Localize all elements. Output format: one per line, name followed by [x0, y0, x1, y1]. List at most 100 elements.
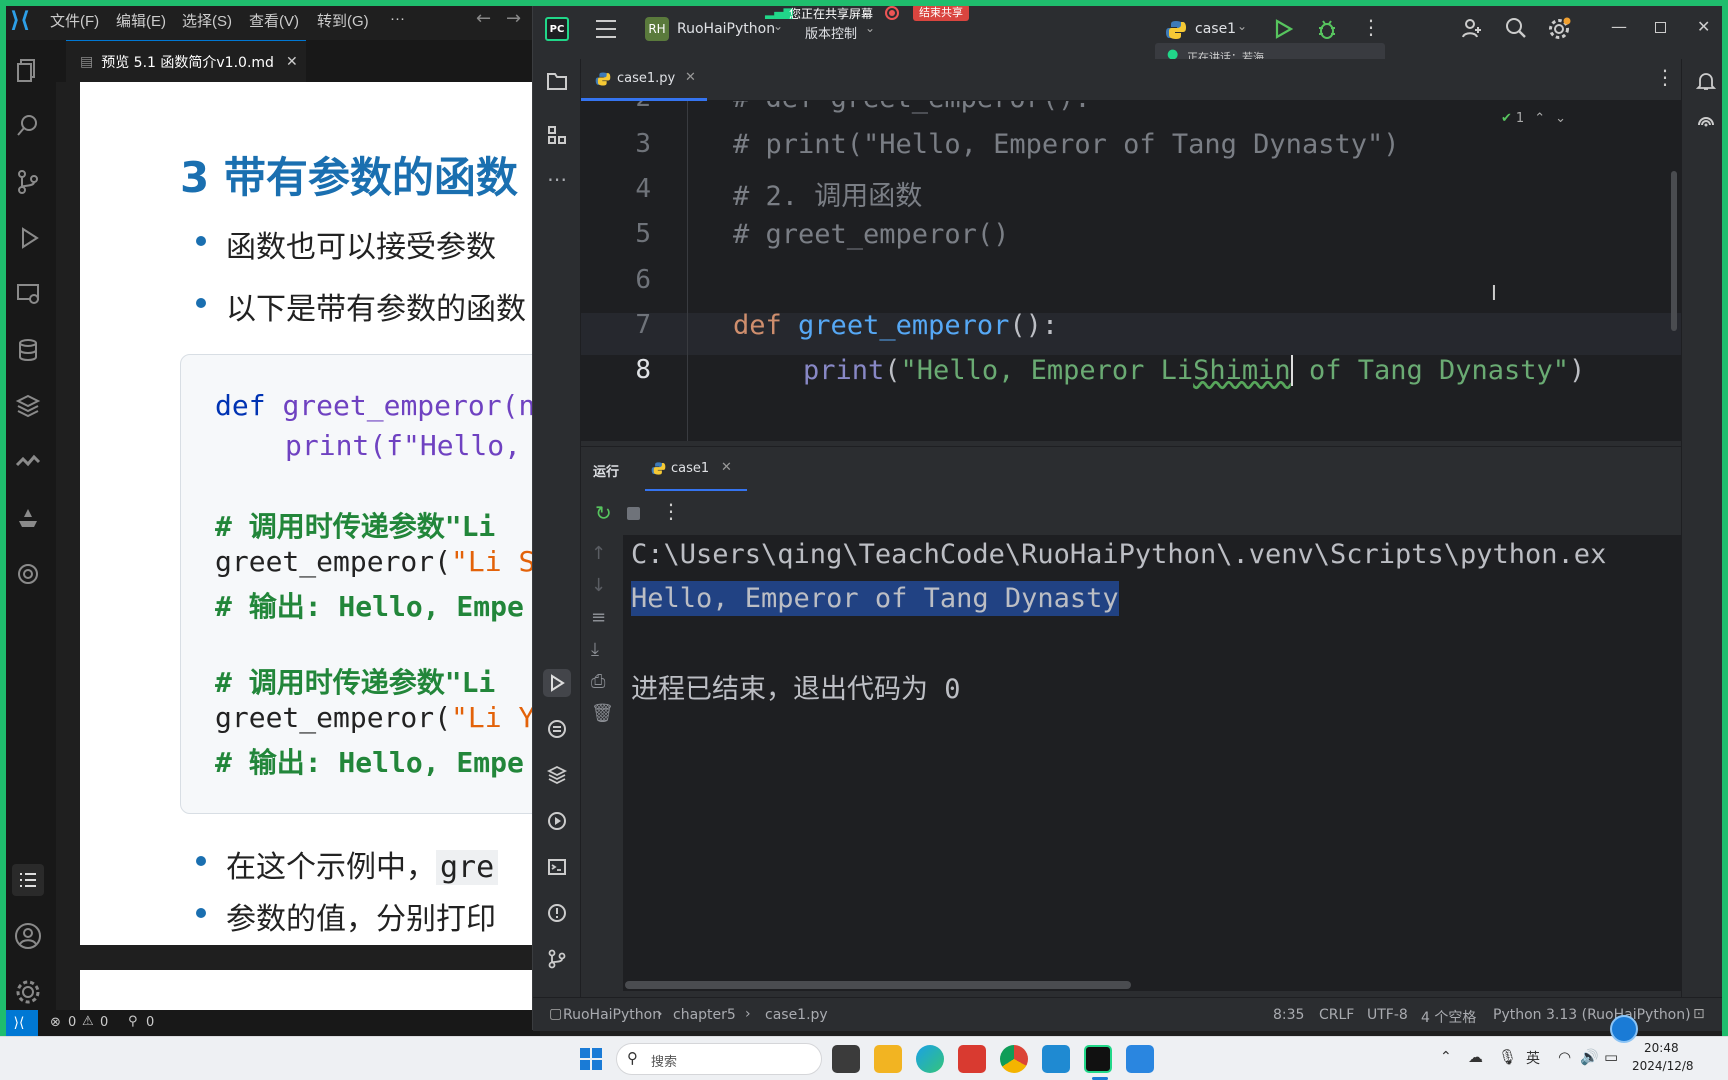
python-console-icon[interactable]: [543, 715, 571, 743]
chevron-up-icon[interactable]: ⌃: [1440, 1049, 1452, 1065]
tab-preview[interactable]: ▤ 预览 5.1 函数简介v1.0.md ✕: [66, 40, 306, 82]
layers-icon[interactable]: [12, 390, 44, 422]
close-icon[interactable]: ✕: [1697, 17, 1710, 36]
print-icon[interactable]: ⎙: [591, 671, 605, 692]
chevron-down-icon[interactable]: ⌄: [773, 19, 783, 33]
indent-setting[interactable]: 4 个空格: [1421, 1007, 1476, 1027]
meeting-app-icon[interactable]: [1126, 1045, 1154, 1073]
search-icon[interactable]: [1505, 17, 1527, 43]
task-view-icon[interactable]: [832, 1045, 860, 1073]
menu-file[interactable]: 文件(F): [50, 10, 99, 31]
git-branch-icon[interactable]: [543, 945, 571, 973]
search-icon[interactable]: [12, 110, 44, 142]
rerun-icon[interactable]: ↻: [595, 501, 612, 525]
project-name[interactable]: RuoHaiPython: [677, 21, 775, 37]
settings-gear-icon[interactable]: [12, 976, 44, 1008]
run-console-output[interactable]: C:\Users\qing\TeachCode\RuoHaiPython\.ve…: [623, 535, 1681, 991]
arrow-down-icon[interactable]: ↓: [591, 575, 606, 596]
python-interpreter[interactable]: Python 3.13 (RuoHaiPython): [1493, 1007, 1691, 1023]
pycharm-taskbar-icon[interactable]: [1084, 1045, 1112, 1073]
more-vertical-icon[interactable]: ⋮: [1361, 15, 1381, 39]
chevron-down-icon[interactable]: ⌄: [865, 21, 875, 35]
clock-date[interactable]: 2024/12/8: [1632, 1059, 1694, 1073]
ports-count[interactable]: 0: [146, 1015, 154, 1030]
terminal-icon[interactable]: [543, 853, 571, 881]
run-debug-icon[interactable]: [12, 222, 44, 254]
source-control-icon[interactable]: [12, 166, 44, 198]
trash-icon[interactable]: 🗑: [591, 703, 614, 724]
more-vertical-icon[interactable]: ⋮: [1655, 65, 1675, 89]
scroll-to-end-icon[interactable]: ⤓: [591, 639, 599, 660]
battery-icon[interactable]: ▭: [1604, 1048, 1618, 1066]
caret-position[interactable]: 8:35: [1273, 1007, 1304, 1023]
edge-browser-icon[interactable]: [916, 1045, 944, 1073]
ai-assistant-icon[interactable]: [1692, 111, 1720, 139]
wps-office-icon[interactable]: [958, 1045, 986, 1073]
openai-icon[interactable]: [12, 558, 44, 590]
inspection-widget[interactable]: ✔ 1 ⌃ ⌄: [1501, 111, 1566, 126]
add-user-icon[interactable]: [1461, 17, 1483, 43]
debug-bug-icon[interactable]: [1317, 18, 1337, 44]
settings-gear-icon[interactable]: [1547, 17, 1571, 45]
arrow-up-icon[interactable]: ↑: [591, 543, 606, 564]
file-encoding[interactable]: UTF-8: [1367, 1007, 1408, 1023]
explorer-icon[interactable]: [12, 54, 44, 86]
notifications-bell-icon[interactable]: [1692, 67, 1720, 95]
close-icon[interactable]: ✕: [685, 70, 696, 85]
microphone-icon[interactable]: 🎙: [1498, 1048, 1517, 1066]
console-horizontal-scrollbar[interactable]: [625, 981, 1131, 989]
taskbar-search-box[interactable]: ⚲ 搜索: [616, 1043, 822, 1075]
warning-count[interactable]: 0: [100, 1015, 108, 1030]
problems-icon[interactable]: [543, 899, 571, 927]
forward-arrow-icon[interactable]: →: [506, 8, 521, 29]
lamp-icon[interactable]: [12, 502, 44, 534]
chevron-down-icon[interactable]: ⌄: [1237, 19, 1247, 33]
menu-view[interactable]: 查看(V): [249, 10, 299, 31]
input-method-indicator[interactable]: 英: [1526, 1048, 1540, 1068]
vcs-widget[interactable]: 版本控制: [805, 23, 857, 42]
editor-scrollbar[interactable]: [1671, 171, 1677, 331]
close-icon[interactable]: ✕: [721, 460, 732, 475]
pulse-icon[interactable]: [12, 446, 44, 478]
menu-more[interactable]: ···: [390, 10, 405, 27]
run-icon[interactable]: [1273, 19, 1294, 43]
soft-wrap-icon[interactable]: ≡: [591, 607, 606, 628]
stop-share-button[interactable]: 结束共享: [913, 4, 969, 21]
vscode-taskbar-icon[interactable]: [1042, 1045, 1070, 1073]
speaker-icon[interactable]: 🔊: [1580, 1048, 1599, 1066]
structure-icon[interactable]: [543, 121, 571, 149]
services-icon[interactable]: [543, 807, 571, 835]
outline-icon[interactable]: [12, 864, 44, 896]
run-tab-case1[interactable]: case1 ✕: [645, 447, 747, 492]
menu-go[interactable]: 转到(G): [317, 10, 369, 31]
menu-edit[interactable]: 编辑(E): [116, 10, 166, 31]
breadcrumb-folder[interactable]: chapter5: [673, 1007, 736, 1023]
breadcrumb-file[interactable]: case1.py: [765, 1007, 828, 1023]
run-tool-icon[interactable]: [543, 669, 571, 697]
breadcrumb-project[interactable]: RuoHaiPython: [563, 1007, 661, 1023]
python-packages-icon[interactable]: [543, 761, 571, 789]
recording-bubble-icon[interactable]: [1610, 1015, 1638, 1043]
clock-time[interactable]: 20:48: [1644, 1041, 1679, 1055]
error-count[interactable]: 0: [68, 1015, 76, 1030]
more-vertical-icon[interactable]: ⋮: [661, 499, 681, 523]
code-editor[interactable]: ✔1⌃⌄ 2 # def greet_emperor(): 3 # print(…: [581, 101, 1681, 441]
editor-tab-case1[interactable]: case1.py ✕: [581, 59, 707, 101]
close-icon[interactable]: ✕: [286, 54, 298, 70]
menu-selection[interactable]: 选择(S): [182, 10, 232, 31]
project-folder-icon[interactable]: [543, 67, 571, 95]
back-arrow-icon[interactable]: ←: [476, 8, 491, 29]
cloud-icon[interactable]: ☁: [1468, 1048, 1483, 1066]
maximize-icon[interactable]: [1655, 22, 1666, 33]
stop-icon[interactable]: [627, 507, 640, 520]
account-icon[interactable]: [12, 920, 44, 952]
wifi-icon[interactable]: ◠: [1558, 1048, 1571, 1066]
remote-explorer-icon[interactable]: [12, 278, 44, 310]
main-menu-icon[interactable]: [595, 19, 617, 43]
windows-start-icon[interactable]: [580, 1048, 602, 1070]
readonly-lock-icon[interactable]: ⊡: [1693, 1006, 1705, 1022]
file-explorer-icon[interactable]: [874, 1045, 902, 1073]
minimize-icon[interactable]: —: [1611, 17, 1627, 36]
database-icon[interactable]: [12, 334, 44, 366]
run-config-selector[interactable]: case1: [1195, 21, 1236, 37]
